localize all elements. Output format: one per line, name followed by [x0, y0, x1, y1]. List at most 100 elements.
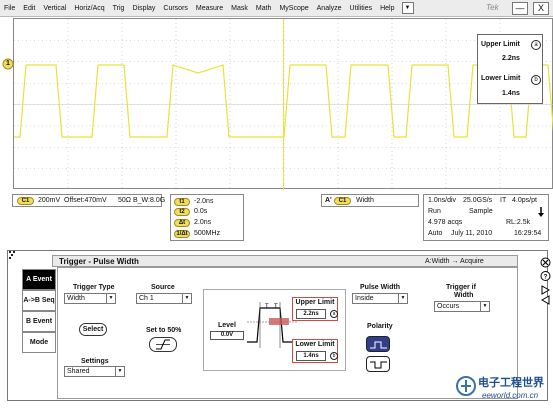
lower-limit-field[interactable]: Lower Limit 1.4ns b	[292, 339, 338, 363]
chevron-down-icon: ▼	[480, 302, 489, 311]
pulse-width-select[interactable]: Inside ▼	[352, 293, 408, 304]
menu-dropdown-button[interactable]: ▼	[401, 2, 414, 14]
upper-limit-field-badge: a	[330, 310, 338, 318]
trigger-if-value: Occurs	[437, 303, 460, 310]
svg-text:?: ?	[544, 275, 548, 281]
graticule	[14, 19, 553, 190]
menu-analyze[interactable]: Analyze	[313, 0, 346, 17]
settings-label: Settings	[81, 358, 109, 365]
minimize-button[interactable]: —	[512, 2, 528, 15]
run-status: Run	[428, 208, 441, 215]
acq-mode: Sample	[469, 208, 493, 215]
time-per-point: 4.0ps/pt	[512, 197, 537, 204]
trigger-if-select[interactable]: Occurs ▼	[434, 301, 490, 312]
record-length: RL:2.5k	[506, 219, 531, 226]
chevron-down-icon: ▼	[115, 367, 124, 376]
cursor-t2-value: 0.0s	[194, 208, 208, 215]
watermark-text-cn: 电子工程世界	[478, 377, 544, 389]
trigger-type-select[interactable]: Width ▼	[64, 293, 116, 304]
upper-limit-field-label: Upper Limit	[295, 299, 335, 306]
pulse-width-label: Pulse Width	[360, 284, 400, 291]
pulse-width-diagram: T T	[247, 302, 297, 348]
upper-limit-field[interactable]: Upper Limit 2.2ns a	[292, 297, 338, 321]
window-title: Tek	[486, 3, 499, 12]
menu-cursors[interactable]: Cursors	[159, 0, 192, 17]
menu-file[interactable]: File	[0, 0, 19, 17]
menu-measure[interactable]: Measure	[192, 0, 227, 17]
upper-limit-label: Upper Limit	[481, 41, 520, 48]
menu-help[interactable]: Help	[376, 0, 398, 17]
down-arrow-icon	[538, 207, 544, 217]
cursor-t1-value: -2.0ns	[194, 198, 214, 205]
menu-utilities[interactable]: Utilities	[346, 0, 377, 17]
upper-limit-badge: a	[531, 40, 541, 50]
cursor-delta-value: 2.0ns	[194, 219, 212, 226]
level-label: Level	[218, 322, 236, 329]
menu-display[interactable]: Display	[128, 0, 159, 17]
timebase: 1.0ns/div	[428, 197, 457, 204]
chevron-down-icon: ▼	[106, 294, 115, 303]
upper-limit-input[interactable]: 2.2ns	[296, 309, 326, 319]
menu-mask[interactable]: Mask	[227, 0, 252, 17]
cursor-freq-value: 500MHz	[194, 230, 221, 237]
bandwidth: B_W:8.0G	[133, 197, 166, 204]
source-value: Ch 1	[139, 295, 154, 302]
menu-myscope[interactable]: MyScope	[275, 0, 312, 17]
polarity-label: Polarity	[367, 323, 393, 330]
chevron-down-icon: ▼	[398, 294, 407, 303]
trigger-mode: Width	[356, 197, 374, 204]
polarity-positive-button[interactable]	[366, 336, 390, 352]
cursor-t2-badge: t2	[174, 208, 190, 216]
cursor-freq-badge: 1/Δt	[174, 230, 190, 238]
trigger-source-badge: C1	[334, 197, 351, 205]
upper-limit-value: 2.2ns	[502, 55, 520, 62]
tab-b-event[interactable]: B Event	[22, 311, 56, 332]
panel-grip-icon	[9, 251, 15, 259]
date: July 11, 2010	[451, 230, 493, 237]
trigger-panel-header: Trigger - Pulse Width A:Width → Acquire	[52, 255, 518, 267]
svg-text:T: T	[265, 304, 269, 310]
set-50-label: Set to 50%	[146, 327, 182, 334]
select-button[interactable]: Select	[79, 323, 107, 336]
cursor-delta-badge: Δt	[174, 219, 190, 227]
time: 16:29:54	[514, 230, 542, 237]
watermark-logo: 电子工程世界 eeworld.com.cn	[454, 370, 550, 406]
menu-math[interactable]: Math	[252, 0, 276, 17]
ch1-badge: C1	[17, 197, 34, 205]
menu-horiz-acq[interactable]: Horiz/Acq	[70, 0, 108, 17]
panel-side-controls: ?	[540, 257, 551, 305]
negative-pulse-icon	[370, 361, 387, 369]
sample-rate: 25.0GS/s	[463, 197, 493, 204]
cursor-t1-badge: t1	[174, 198, 190, 206]
set-50-button[interactable]	[149, 337, 177, 352]
tab-mode[interactable]: Mode	[22, 332, 56, 353]
level-field[interactable]: 0.0V	[210, 331, 244, 340]
polarity-negative-button[interactable]	[366, 356, 390, 372]
settings-value: Shared	[67, 368, 90, 375]
menu-vertical[interactable]: Vertical	[39, 0, 70, 17]
chevron-down-icon: ▼	[182, 294, 191, 303]
lower-limit-badge: b	[531, 75, 541, 85]
impedance: 50Ω	[118, 197, 132, 204]
limit-overlay: Upper Limit a 2.2ns Lower Limit b 1.4ns	[477, 34, 543, 104]
source-select[interactable]: Ch 1 ▼	[136, 293, 192, 304]
close-button[interactable]: X	[533, 2, 549, 15]
tab-a-event[interactable]: A Event	[22, 269, 56, 290]
edge-icon	[156, 339, 170, 350]
settings-select[interactable]: Shared ▼	[64, 366, 125, 377]
pulse-width-value: Inside	[355, 295, 374, 302]
lower-limit-field-badge: b	[330, 352, 338, 360]
lower-limit-input[interactable]: 1.4ns	[296, 351, 326, 361]
menu-bar: File Edit Vertical Horiz/Acq Trig Displa…	[0, 0, 553, 17]
lower-limit-field-label: Lower Limit	[295, 341, 335, 348]
menu-trig[interactable]: Trig	[109, 0, 129, 17]
svg-text:T: T	[274, 304, 278, 310]
waveform-display[interactable]	[13, 18, 553, 190]
offset: Offset:470mV	[64, 197, 107, 204]
trigger-type-value: Width	[67, 295, 85, 302]
source-label: Source	[151, 284, 175, 291]
tab-a-b-seq[interactable]: A->B Seq	[22, 290, 56, 311]
menu-edit[interactable]: Edit	[19, 0, 39, 17]
trigger-if-label: Trigger if	[446, 284, 476, 291]
vertical-scale: 200mV	[38, 197, 61, 204]
